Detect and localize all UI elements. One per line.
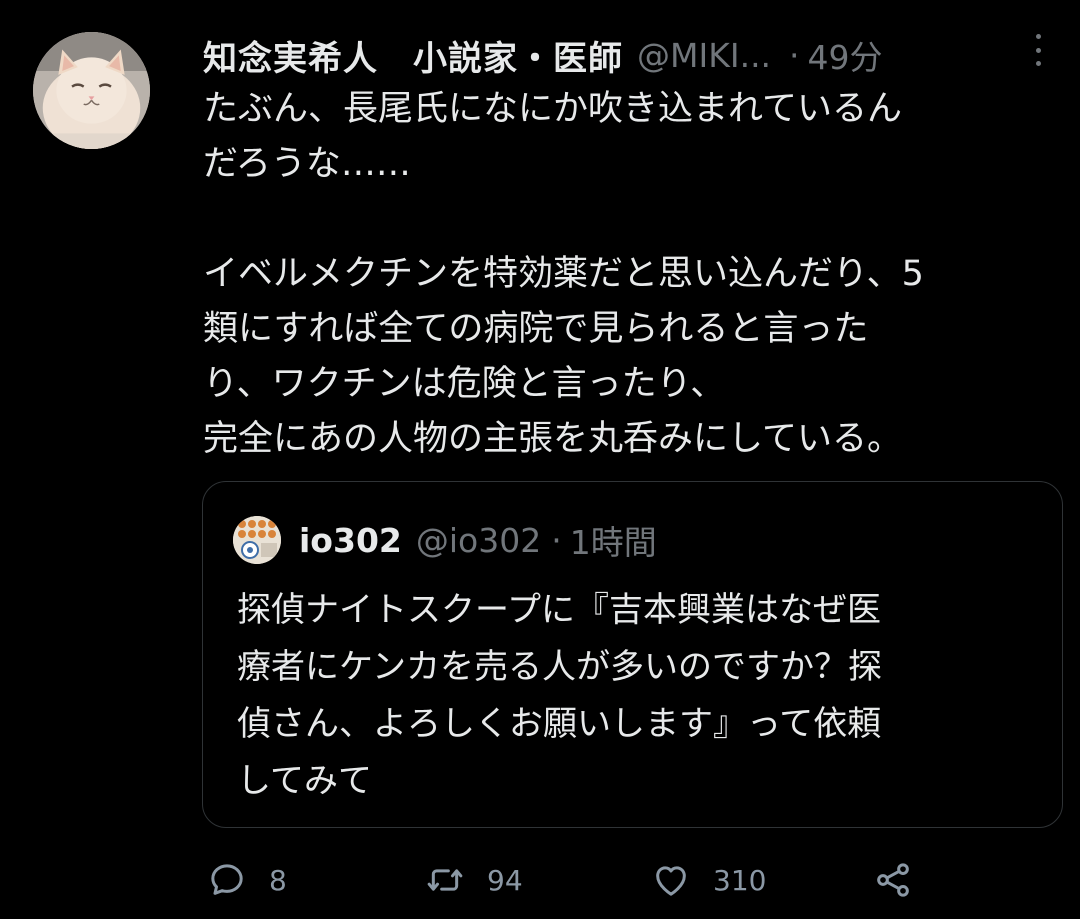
tweet-text-line: 類にすれば全ての病院で見られると言った xyxy=(203,309,869,349)
reply-icon xyxy=(211,864,243,895)
share-button[interactable] xyxy=(873,855,913,905)
tweet-text-line: だろうな…… xyxy=(203,144,411,184)
tweet-text-line: り、ワクチンは危険と言ったり、 xyxy=(203,364,726,404)
quoted-timestamp[interactable]: 1時間 xyxy=(570,516,657,564)
quoted-header: io302 @io302 · 1時間 xyxy=(299,516,657,564)
retweet-button[interactable]: 94 xyxy=(425,855,523,905)
like-button[interactable]: 310 xyxy=(651,855,766,905)
quoted-text-line: してみて xyxy=(237,761,372,801)
reply-count: 8 xyxy=(269,863,287,897)
share-icon xyxy=(877,863,909,897)
quoted-handle[interactable]: @io302 xyxy=(416,521,541,560)
cat-avatar-image xyxy=(33,32,150,149)
separator-dot: · xyxy=(789,35,800,75)
quoted-text-line: 偵さん、よろしくお願いします』って依頼 xyxy=(237,704,882,744)
user-handle[interactable]: @MIKI... xyxy=(637,36,771,75)
timestamp[interactable]: 49分 xyxy=(808,31,883,79)
quoted-avatar[interactable] xyxy=(233,516,281,564)
tweet-header: 知念実希人 小説家・医師 @MIKI... · 49分 xyxy=(203,30,1040,80)
like-count: 310 xyxy=(713,863,767,897)
avatar[interactable] xyxy=(33,32,150,149)
quoted-avatar-image xyxy=(233,516,281,564)
quoted-tweet[interactable]: io302 @io302 · 1時間 探偵ナイトスクープに『吉本興業はなぜ医 療… xyxy=(202,481,1063,828)
quoted-text-line: 療者にケンカを売る人が多いのですか？探 xyxy=(237,647,882,687)
quoted-text: 探偵ナイトスクープに『吉本興業はなぜ医 療者にケンカを売る人が多いのですか？探 … xyxy=(237,582,1052,810)
heart-icon xyxy=(656,866,686,896)
reply-button[interactable]: 8 xyxy=(207,855,287,905)
tweet-text-line: イベルメクチンを特効薬だと思い込んだり、5 xyxy=(203,254,924,294)
quoted-text-line: 探偵ナイトスクープに『吉本興業はなぜ医 xyxy=(237,590,881,630)
tweet-text-line: たぶん、長尾氏になにか吹き込まれているん xyxy=(203,89,902,129)
more-options-icon[interactable] xyxy=(1028,30,1048,70)
tweet-text-line xyxy=(203,192,1063,247)
quoted-display-name[interactable]: io302 xyxy=(299,521,402,560)
tweet-text-line: 完全にあの人物の主張を丸呑みにしている。 xyxy=(203,419,902,459)
display-name[interactable]: 知念実希人 小説家・医師 xyxy=(203,31,623,80)
separator-dot: · xyxy=(551,520,562,560)
tweet-text: たぶん、長尾氏になにか吹き込まれているん だろうな…… イベルメクチンを特効薬だ… xyxy=(203,82,1063,467)
retweet-count: 94 xyxy=(487,863,523,897)
action-bar: 8 94 310 xyxy=(203,855,1033,905)
retweet-icon xyxy=(427,869,463,891)
